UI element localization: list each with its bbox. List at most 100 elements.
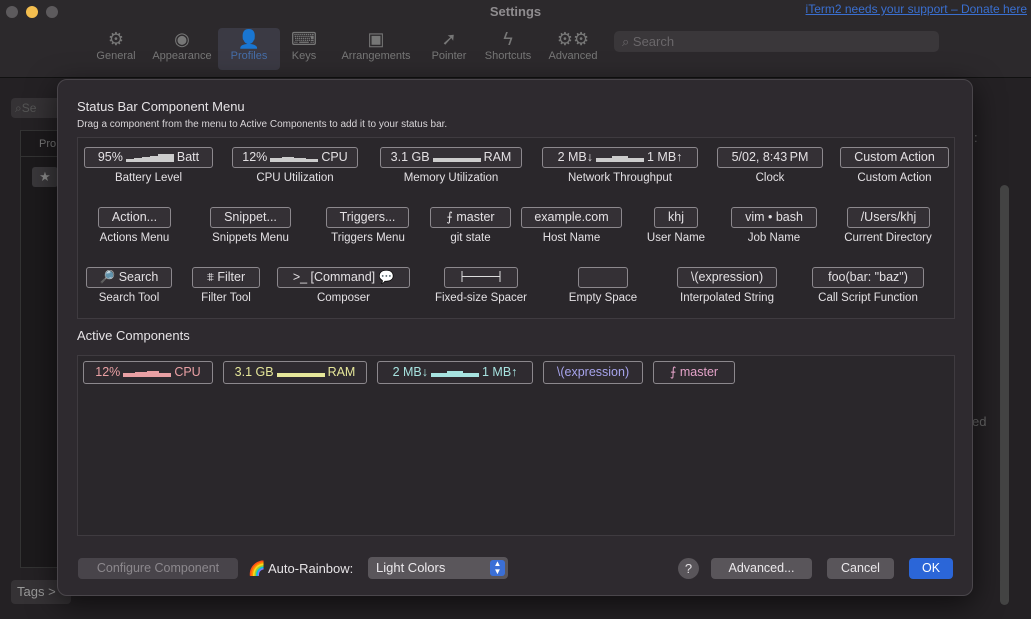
active-components-area[interactable]: 12% CPU 3.1 GB RAM 2 MB↓ 1 MB↑ \(expression…: [77, 355, 955, 536]
component-actions-menu[interactable]: Action...: [98, 207, 171, 228]
active-git-state[interactable]: ⨍ master: [653, 361, 735, 384]
component-fixed-size-spacer[interactable]: [444, 267, 518, 288]
bolt-icon: ϟ: [503, 29, 513, 49]
star-icon[interactable]: ★: [32, 167, 58, 187]
component-palette: 95% Batt Battery Level 12% CPU CPU Utiliza…: [77, 137, 955, 319]
gear-icon: ⚙: [107, 29, 125, 49]
cancel-button[interactable]: Cancel: [827, 558, 894, 579]
component-call-script-function[interactable]: foo(bar: "baz"): [812, 267, 924, 288]
component-cpu-utilization[interactable]: 12% CPU: [232, 147, 358, 168]
component-label: User Name: [646, 232, 706, 244]
rainbow-icon: 🌈: [248, 560, 266, 576]
sample-value: 12%: [242, 150, 268, 164]
advanced-button[interactable]: Advanced...: [711, 558, 812, 579]
sample-label: 1 MB↑: [647, 150, 683, 164]
sample-label: RAM: [483, 150, 512, 164]
active-interpolated-string[interactable]: \(expression): [543, 361, 643, 384]
tab-advanced[interactable]: ⚙⚙ Advanced: [542, 28, 604, 70]
gears-icon: ⚙⚙: [556, 29, 590, 49]
component-memory-utilization[interactable]: 3.1 GB RAM: [380, 147, 522, 168]
component-label: CPU Utilization: [256, 172, 334, 184]
auto-rainbow-label: Auto-Rainbow:: [268, 561, 354, 576]
component-clock[interactable]: 5/02, 8:43 PM: [717, 147, 823, 168]
component-job-name[interactable]: vim • bash: [731, 207, 817, 228]
search-icon: ⌕: [622, 34, 633, 49]
sparkline-icon: [270, 157, 319, 162]
window-icon: ▣: [367, 29, 385, 49]
sample-value: 95%: [97, 150, 123, 164]
profile-list-header[interactable]: Pro: [21, 131, 59, 157]
component-label: Composer: [316, 292, 371, 304]
component-label: Job Name: [747, 232, 801, 244]
component-network-throughput[interactable]: 2 MB↓ 1 MB↑: [542, 147, 698, 168]
sample-label: RAM: [327, 365, 356, 379]
component-menu-title: Status Bar Component Menu: [77, 99, 245, 114]
sample-label: CPU: [321, 150, 348, 164]
status-bar-component-sheet: Status Bar Component Menu Drag a compone…: [57, 79, 973, 596]
component-empty-space[interactable]: [578, 267, 628, 288]
tab-pointer[interactable]: ➚ Pointer: [418, 28, 480, 70]
component-user-name[interactable]: khj: [654, 207, 698, 228]
profile-search-input[interactable]: ⌕Se: [11, 98, 61, 118]
component-custom-action[interactable]: Custom Action: [840, 147, 949, 168]
tab-general[interactable]: ⚙ General: [85, 28, 147, 70]
help-button[interactable]: ?: [678, 558, 699, 579]
component-label: Custom Action: [857, 172, 932, 184]
component-triggers-menu[interactable]: Triggers...: [326, 207, 409, 228]
tab-keys[interactable]: ⌨ Keys: [273, 28, 335, 70]
active-cpu-utilization[interactable]: 12% CPU: [83, 361, 213, 384]
component-interpolated-string[interactable]: \(expression): [677, 267, 777, 288]
ok-button[interactable]: OK: [909, 558, 953, 579]
component-filter-tool[interactable]: ⩨ Filter: [192, 267, 260, 288]
title-bar: Settings iTerm2 needs your support – Don…: [0, 0, 1031, 78]
component-label: Call Script Function: [818, 292, 918, 304]
component-label: Search Tool: [98, 292, 160, 304]
component-label: Snippets Menu: [212, 232, 289, 244]
profile-list[interactable]: [20, 130, 60, 568]
tab-arrangements[interactable]: ▣ Arrangements: [340, 28, 412, 70]
person-icon: 👤: [237, 29, 261, 49]
tab-shortcuts[interactable]: ϟ Shortcuts: [477, 28, 539, 70]
sparkline-icon: [123, 371, 172, 377]
tab-appearance[interactable]: ◉ Appearance: [151, 28, 213, 70]
sparkline-icon: [431, 371, 479, 377]
configure-component-button[interactable]: Configure Component: [78, 558, 238, 579]
sparkline-icon: [276, 373, 325, 377]
component-label: Network Throughput: [568, 172, 672, 184]
component-label: Triggers Menu: [331, 232, 405, 244]
scrollbar[interactable]: [1000, 185, 1009, 605]
component-host-name[interactable]: example.com: [521, 207, 622, 228]
donate-link[interactable]: iTerm2 needs your support – Donate here: [806, 2, 1027, 16]
tab-profiles[interactable]: 👤 Profiles: [218, 28, 280, 70]
component-search-tool[interactable]: 🔎 Search: [86, 267, 172, 288]
sample-value: 2 MB↓: [557, 150, 593, 164]
search-placeholder: Se: [21, 101, 37, 115]
tab-label: Pointer: [431, 50, 467, 62]
active-network-throughput[interactable]: 2 MB↓ 1 MB↑: [377, 361, 533, 384]
component-current-directory[interactable]: /Users/khj: [847, 207, 930, 228]
background-label: :: [974, 130, 978, 145]
sample-label: CPU: [174, 365, 201, 379]
settings-search-input[interactable]: ⌕ Search: [614, 31, 939, 52]
background-label: ed: [972, 414, 987, 429]
tab-label: Shortcuts: [484, 50, 532, 62]
component-label: Host Name: [542, 232, 601, 244]
component-label: Clock: [755, 172, 785, 184]
auto-rainbow-select[interactable]: Light Colors ▲ ▼: [368, 557, 508, 579]
component-label: Current Directory: [844, 232, 932, 244]
active-memory-utilization[interactable]: 3.1 GB RAM: [223, 361, 367, 384]
component-git-state[interactable]: ⨍ master: [430, 207, 511, 228]
sparkline-icon: [596, 156, 644, 162]
sample-value: 3.1 GB: [390, 150, 430, 164]
tab-label: General: [96, 50, 136, 62]
sample-label: 1 MB↑: [482, 365, 518, 379]
component-composer[interactable]: >_ [Command] 💬: [277, 267, 410, 288]
component-label: Memory Utilization: [403, 172, 499, 184]
component-battery-level[interactable]: 95% Batt: [84, 147, 213, 168]
component-label: git state: [450, 232, 491, 244]
active-components-title: Active Components: [77, 328, 190, 343]
component-snippets-menu[interactable]: Snippet...: [210, 207, 291, 228]
component-label: Filter Tool: [201, 292, 251, 304]
component-label: Fixed-size Spacer: [434, 292, 528, 304]
tab-label: Advanced: [548, 50, 598, 62]
